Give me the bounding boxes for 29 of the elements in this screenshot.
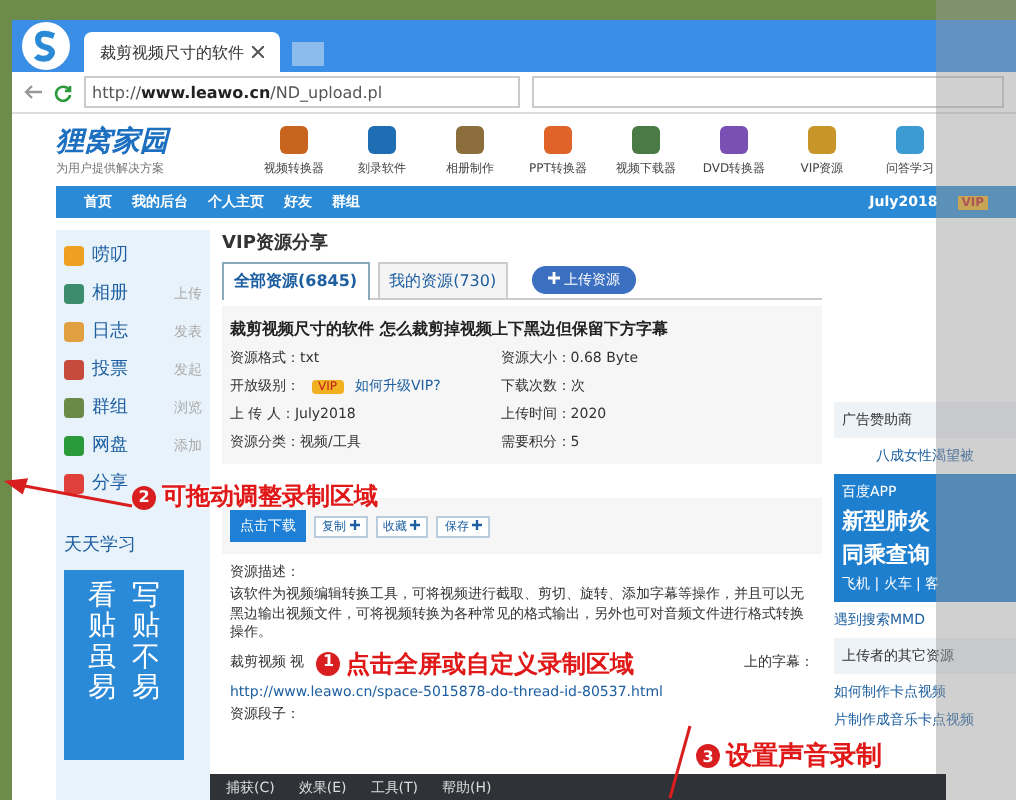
browser-tab[interactable]: 裁剪视频尺寸的软件: [84, 32, 280, 72]
address-field[interactable]: http://www.leawo.cn/ND_upload.pl: [84, 76, 520, 108]
close-icon[interactable]: [252, 46, 264, 58]
sidebar-link[interactable]: 投票: [92, 356, 128, 382]
plus-icon: [349, 519, 360, 529]
sidebar-link[interactable]: 群组: [92, 394, 128, 420]
back-icon[interactable]: [24, 84, 42, 100]
step-badge: 1: [316, 651, 341, 676]
search-field[interactable]: [532, 76, 1004, 108]
resource-title: 裁剪视频尺寸的软件 怎么裁剪掉视频上下黑边但保留下方字幕: [230, 318, 670, 340]
refresh-icon[interactable]: [54, 83, 72, 101]
annotation-text: 可拖动调整录制区域: [162, 480, 378, 514]
plus-icon: [548, 272, 561, 284]
banner-text: 看贴虽易: [88, 582, 116, 709]
tab[interactable]: 我的资源(730): [377, 262, 509, 298]
plus-icon: [410, 519, 421, 529]
sidebar-link[interactable]: 唠叨: [92, 242, 128, 268]
plus-icon: [472, 519, 483, 529]
banner-text: 写贴不易: [132, 582, 160, 709]
tab[interactable]: 全部资源(6845): [222, 262, 370, 300]
sidebar-link[interactable]: 日志: [92, 318, 128, 344]
section-title: VIP资源分享: [222, 230, 330, 256]
annotation-text: 设置声音录制: [726, 739, 882, 774]
site-logo[interactable]: 狸窝家园: [56, 123, 236, 159]
sidebar-link[interactable]: 分享: [92, 470, 128, 496]
sidebar-link[interactable]: 网盘: [92, 432, 128, 458]
annotation-text: 点击全屏或自定义录制区域: [346, 647, 635, 680]
sidebar-link[interactable]: 相册: [92, 280, 128, 306]
study-link[interactable]: 天天学习: [64, 532, 202, 558]
